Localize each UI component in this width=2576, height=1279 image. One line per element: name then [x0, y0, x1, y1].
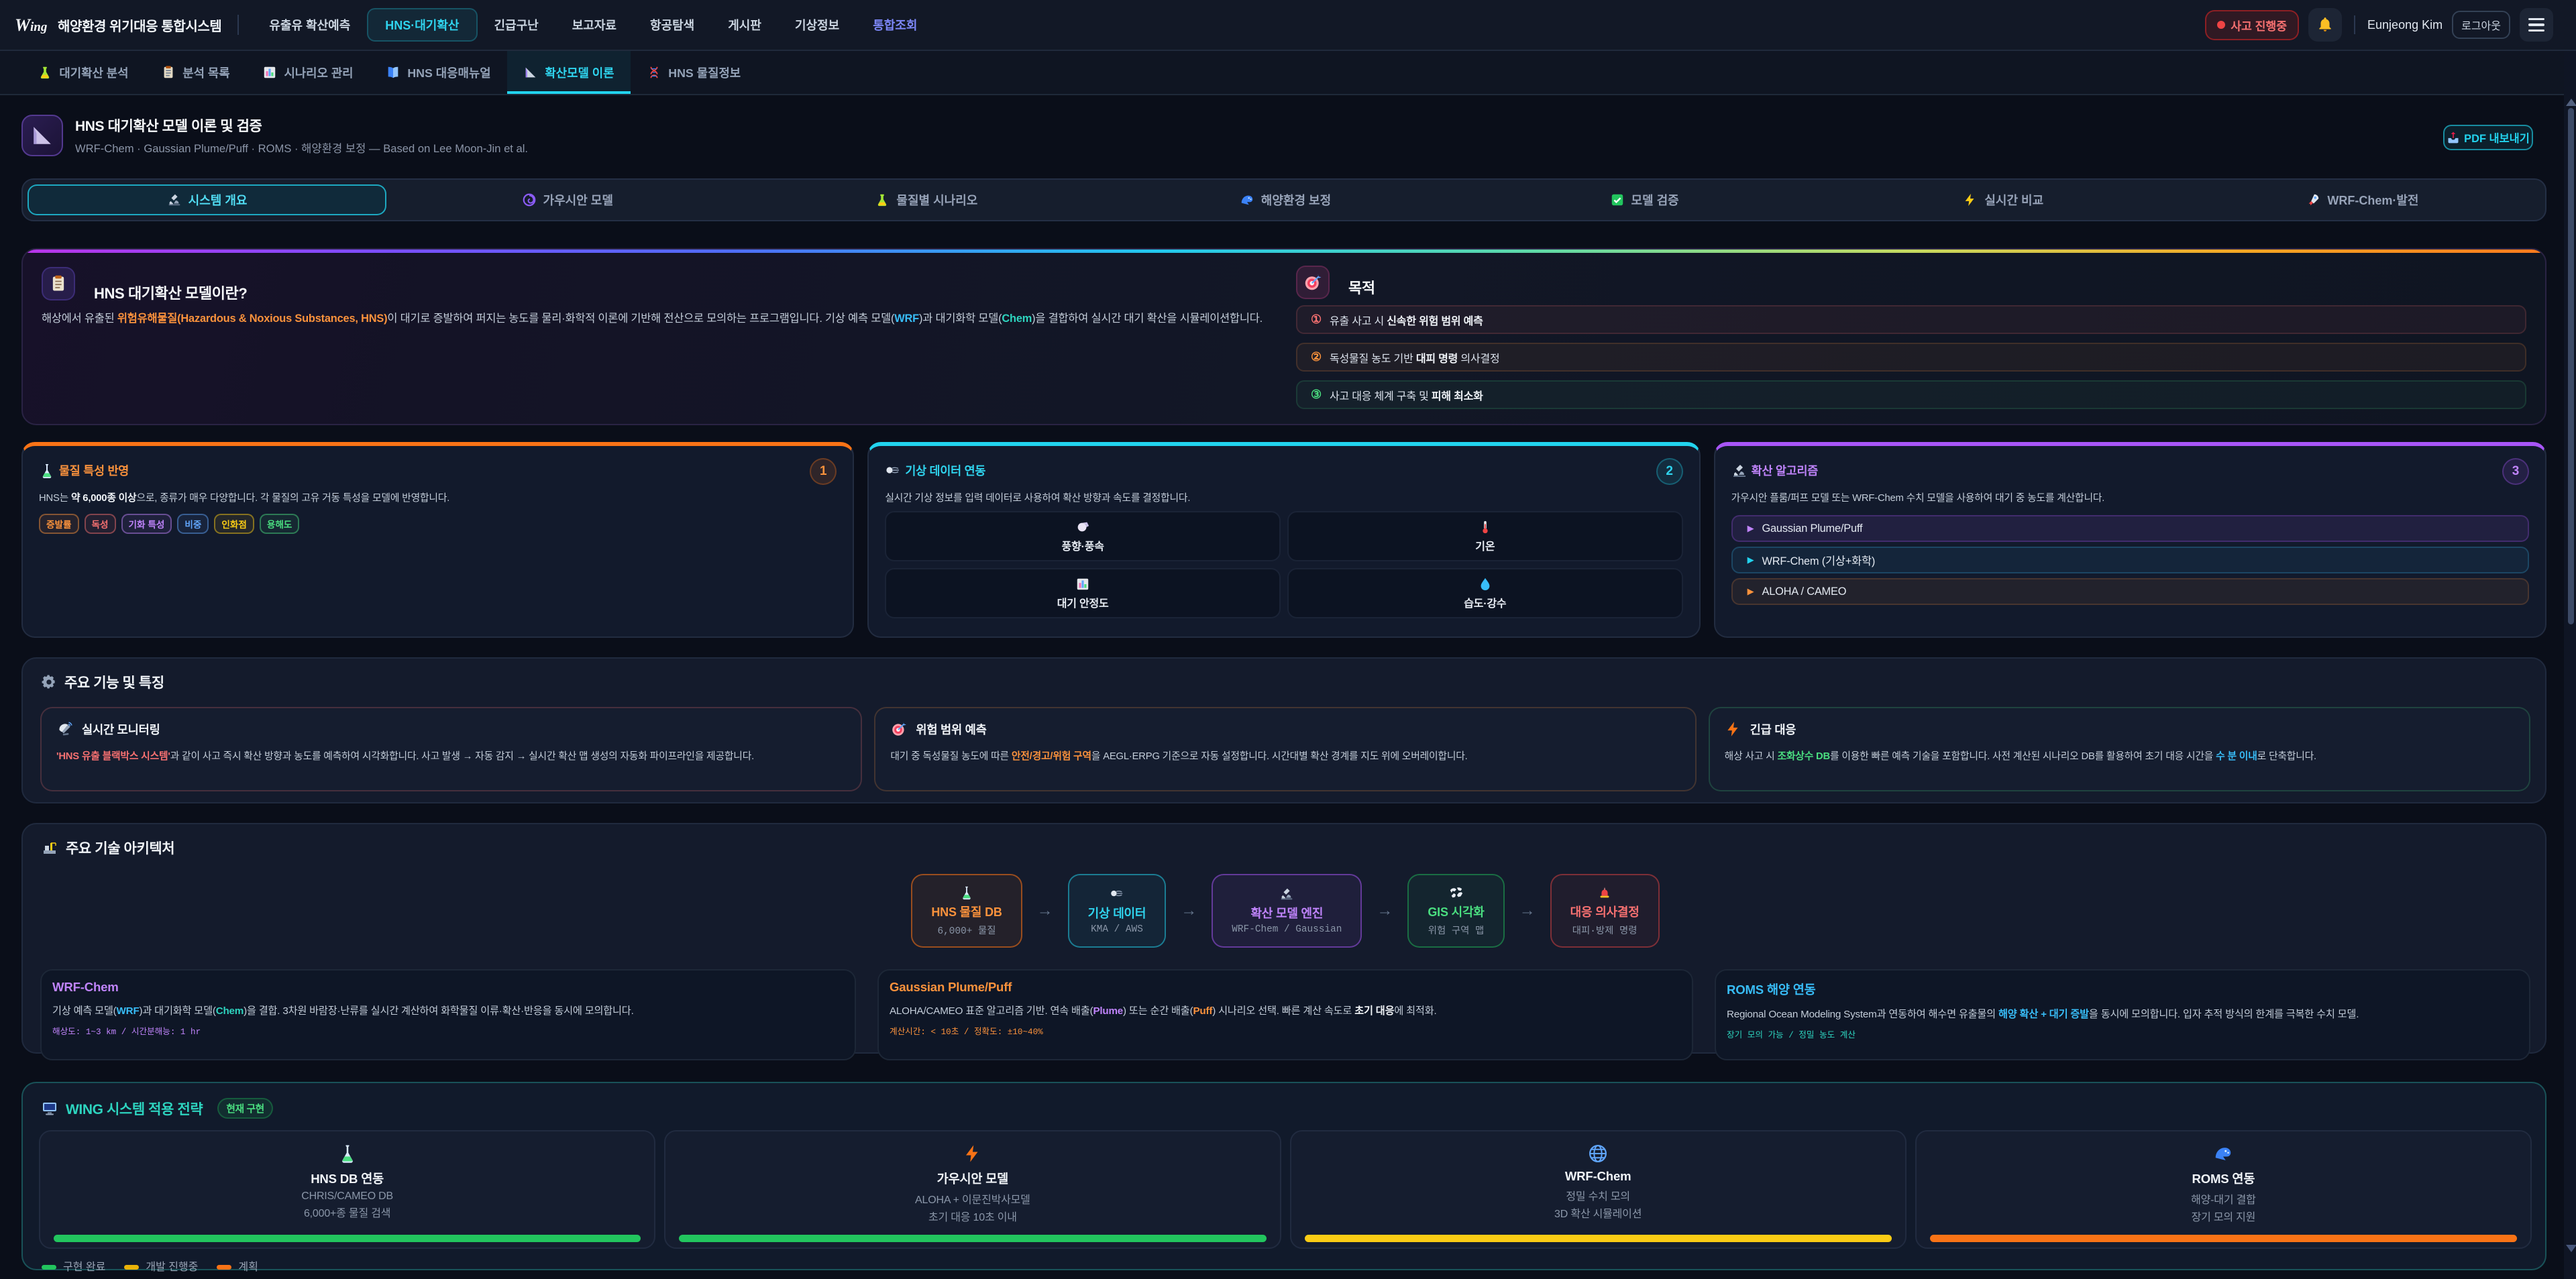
svg-text:ing: ing — [30, 20, 47, 34]
svg-text:W: W — [15, 15, 32, 35]
